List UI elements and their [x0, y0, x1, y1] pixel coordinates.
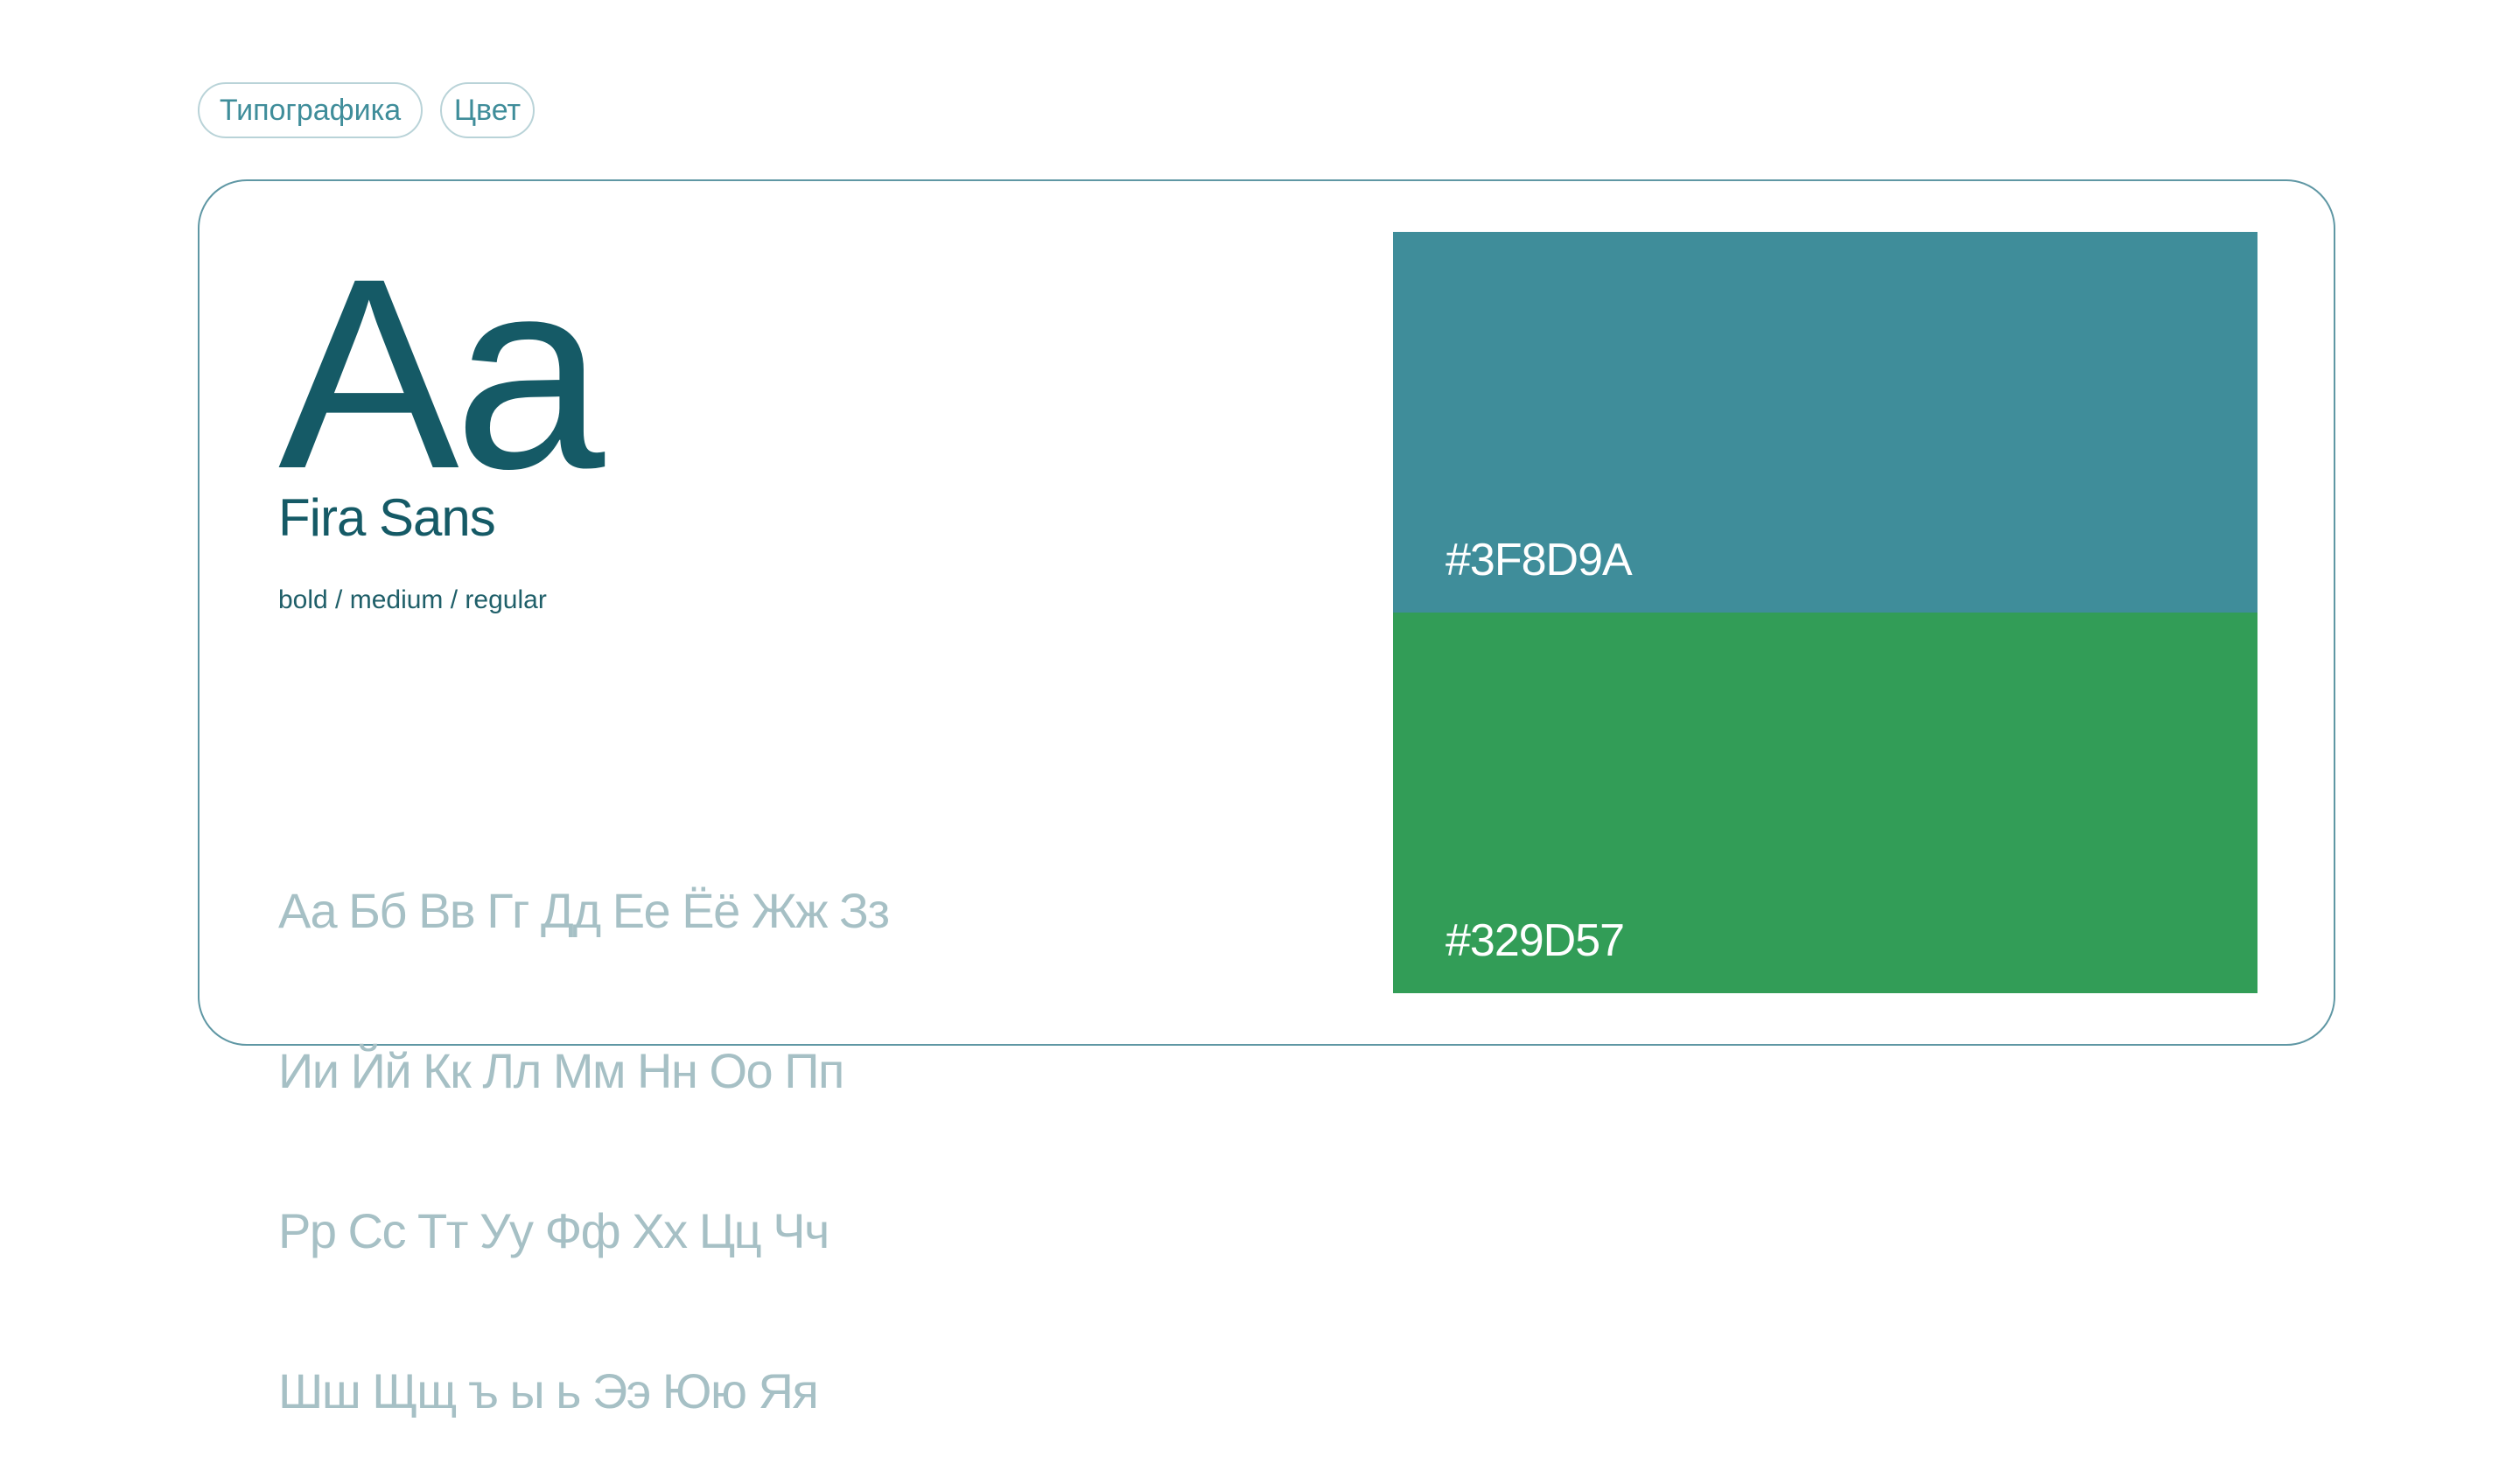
alphabet-line: Аа Бб Вв Гг Дд Ее Ёё Жж Зз [278, 883, 890, 938]
swatch-primary-hex: #3F8D9A [1446, 535, 1633, 585]
alphabet-sample: Аа Бб Вв Гг Дд Ее Ёё Жж Зз Ии Йй Кк Лл М… [278, 777, 943, 1471]
font-name: Fira Sans [278, 488, 496, 547]
font-weights: bold / medium / regular [278, 585, 547, 614]
tab-color[interactable]: Цвет [440, 82, 535, 138]
swatch-secondary-hex: #329D57 [1446, 915, 1625, 966]
alphabet-line: Шш Щщ ъ ы ь Ээ Юю Яя [278, 1363, 819, 1418]
swatch-secondary: #329D57 [1393, 613, 2258, 993]
alphabet-line: Рр Сс Тт Уу Фф Хх Цц Чч [278, 1203, 830, 1258]
alphabet-line: Ии Йй Кк Лл Мм Нн Оо Пп [278, 1043, 844, 1098]
font-sample: Aa [278, 221, 605, 525]
tab-bar: Типографика Цвет [198, 82, 535, 138]
swatch-primary: #3F8D9A [1393, 232, 2258, 613]
tab-typography[interactable]: Типографика [198, 82, 423, 138]
color-swatches: #3F8D9A #329D57 [1393, 232, 2258, 993]
